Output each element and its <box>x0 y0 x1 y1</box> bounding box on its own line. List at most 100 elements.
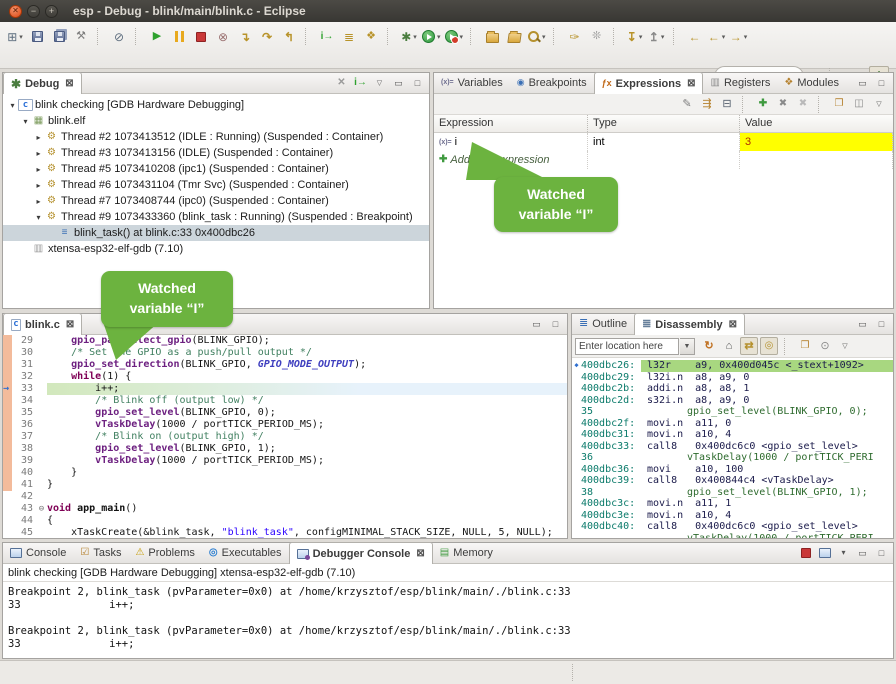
location-dropdown-button[interactable]: ▼ <box>680 338 695 355</box>
editor-annotation-margin[interactable] <box>3 479 12 491</box>
column-header-value[interactable]: Value <box>740 115 893 132</box>
debug-tree-item[interactable]: ▾⚙Thread #9 1073433360 (blink_task : Run… <box>3 209 429 225</box>
debug-dropdown-icon[interactable]: ▾ <box>413 33 417 41</box>
window-maximize-button[interactable]: + <box>45 5 58 18</box>
tab-blink-c[interactable]: cblink.c⊠ <box>3 313 82 335</box>
save-all-button[interactable] <box>49 27 69 47</box>
display-selected-console-button[interactable] <box>816 545 833 562</box>
debug-tree-item[interactable]: ▸⚙Thread #3 1073413156 (IDLE) (Suspended… <box>3 145 429 161</box>
view-menu-button[interactable]: ▽ <box>836 337 854 355</box>
step-over-button[interactable]: ↷ <box>257 27 277 47</box>
console-output[interactable]: Breakpoint 2, blink_task (pvParameter=0x… <box>3 582 893 655</box>
debug-tree-item[interactable]: ▸⚙Thread #6 1073431104 (Tmr Svc) (Suspen… <box>3 177 429 193</box>
refresh-button[interactable]: ↻ <box>700 337 718 355</box>
build-button[interactable]: ⚒ <box>71 27 91 47</box>
last-edit-location-dropdown-icon[interactable]: ▾ <box>639 33 643 41</box>
remove-all-terminated-button[interactable]: ✕ <box>333 75 350 92</box>
view-menu-button[interactable]: ▽ <box>371 75 388 92</box>
editor-annotation-margin[interactable]: → <box>3 383 12 395</box>
minimize-button[interactable]: ▭ <box>854 316 871 333</box>
column-header-type[interactable]: Type <box>588 115 740 132</box>
last-edit-location-button[interactable]: ↧▾ <box>625 27 645 47</box>
debug-tree-item[interactable]: ▸⚙Thread #5 1073410208 (ipc1) (Suspended… <box>3 161 429 177</box>
tab-tasks[interactable]: ☑Tasks <box>73 542 128 563</box>
profile-button[interactable]: ❖ <box>361 27 381 47</box>
disconnect-button[interactable]: ⊗ <box>213 27 233 47</box>
debug-tree-item[interactable]: ▸⚙Thread #7 1073408744 (ipc0) (Suspended… <box>3 193 429 209</box>
tab-variables[interactable]: (x)=Variables <box>434 72 510 93</box>
maximize-button[interactable]: □ <box>873 75 890 92</box>
expand-icon[interactable]: ▸ <box>33 197 44 206</box>
tab-registers[interactable]: ▥Registers <box>703 72 777 93</box>
tab-debugger-console[interactable]: Debugger Console⊠ <box>289 542 433 564</box>
editor-annotation-margin[interactable] <box>3 527 12 538</box>
tab-breakpoints[interactable]: ◉Breakpoints <box>510 72 594 93</box>
expand-icon[interactable]: ▸ <box>33 165 44 174</box>
debug-button[interactable]: ✱▾ <box>399 27 419 47</box>
debug-tree-item[interactable]: ▾▦blink.elf <box>3 113 429 129</box>
remove-expression-button[interactable]: ✖ <box>774 95 792 113</box>
search-dropdown-icon[interactable]: ▾ <box>542 33 546 41</box>
new-wizard-dropdown-icon[interactable]: ▾ <box>19 33 23 41</box>
editor-annotation-margin[interactable] <box>3 515 12 527</box>
tab-console[interactable]: Console <box>3 542 73 563</box>
debug-tree-item[interactable]: ≡blink_task() at blink.c:33 0x400dbc26 <box>3 225 429 241</box>
collapse-icon[interactable]: ▾ <box>7 101 18 110</box>
open-new-view-button[interactable]: ❐ <box>796 337 814 355</box>
debug-tree-item[interactable]: ▸⚙Thread #2 1073413512 (IDLE : Running) … <box>3 129 429 145</box>
close-tab-icon[interactable]: ⊠ <box>416 548 424 559</box>
instruction-stepping-button[interactable]: i→ <box>352 75 369 92</box>
collapse-icon[interactable]: ▾ <box>20 117 31 126</box>
tab-expressions[interactable]: ƒxExpressions⊠ <box>594 72 704 94</box>
window-close-button[interactable]: ✕ <box>9 5 22 18</box>
link-with-debug-button[interactable]: ◫ <box>850 95 868 113</box>
suspend-button[interactable] <box>169 27 189 47</box>
editor-annotation-margin[interactable] <box>3 347 12 359</box>
step-into-button[interactable]: ↴ <box>235 27 255 47</box>
expand-icon[interactable]: ▸ <box>33 149 44 158</box>
show-source-button[interactable]: ◎ <box>760 337 778 355</box>
maximize-button[interactable]: □ <box>547 316 564 333</box>
step-return-button[interactable]: ↰ <box>279 27 299 47</box>
view-menu-button[interactable]: ▽ <box>870 95 888 113</box>
close-tab-icon[interactable]: ⊠ <box>687 78 695 89</box>
editor-annotation-margin[interactable] <box>3 443 12 455</box>
add-expression-button[interactable]: ✚ <box>754 95 772 113</box>
home-button[interactable]: ⌂ <box>720 337 738 355</box>
tab-outline[interactable]: ≣Outline <box>572 313 634 334</box>
show-type-names-button[interactable]: ✎ <box>678 95 696 113</box>
tab-debug[interactable]: ✱Debug⊠ <box>3 72 82 94</box>
tab-problems[interactable]: ⚠Problems <box>128 542 201 563</box>
forward-button[interactable]: →▾ <box>729 27 749 47</box>
external-tools-button[interactable]: ▾ <box>444 27 465 47</box>
expand-icon[interactable]: ▸ <box>33 181 44 190</box>
sync-active-context-button[interactable]: ⇄ <box>740 337 758 355</box>
code-editor[interactable]: 29 gpio_pad_select_gpio(BLINK_GPIO);30 /… <box>3 335 567 538</box>
minimize-button[interactable]: ▭ <box>390 75 407 92</box>
show-debug-view-button[interactable]: ≣ <box>339 27 359 47</box>
open-project-button[interactable] <box>504 27 524 47</box>
editor-annotation-margin[interactable] <box>3 395 12 407</box>
maximize-button[interactable]: □ <box>873 316 890 333</box>
editor-annotation-margin[interactable] <box>3 419 12 431</box>
external-tools-dropdown-icon[interactable]: ▾ <box>460 33 464 41</box>
minimize-button[interactable]: ▭ <box>854 75 871 92</box>
forward-dropdown-icon[interactable]: ▾ <box>744 33 748 41</box>
back-history-button[interactable]: ← <box>685 27 705 47</box>
editor-annotation-margin[interactable] <box>3 467 12 479</box>
next-edit-location-button[interactable]: ↥▾ <box>647 27 667 47</box>
window-minimize-button[interactable]: − <box>27 5 40 18</box>
terminate-button[interactable] <box>797 545 814 562</box>
resume-button[interactable]: ▶ <box>147 27 167 47</box>
open-new-view-button[interactable]: ❐ <box>830 95 848 113</box>
close-tab-icon[interactable]: ⊠ <box>729 319 737 330</box>
editor-annotation-margin[interactable] <box>3 335 12 347</box>
tab-disassembly[interactable]: ≣Disassembly⊠ <box>634 313 745 335</box>
run-button[interactable]: ▾ <box>421 27 442 47</box>
save-button[interactable] <box>27 27 47 47</box>
console-menu-button[interactable]: ▾ <box>835 545 852 562</box>
editor-annotation-margin[interactable] <box>3 503 12 515</box>
tab-memory[interactable]: ▤Memory <box>433 542 500 563</box>
editor-annotation-margin[interactable] <box>3 431 12 443</box>
back-dropdown-icon[interactable]: ▾ <box>722 33 726 41</box>
